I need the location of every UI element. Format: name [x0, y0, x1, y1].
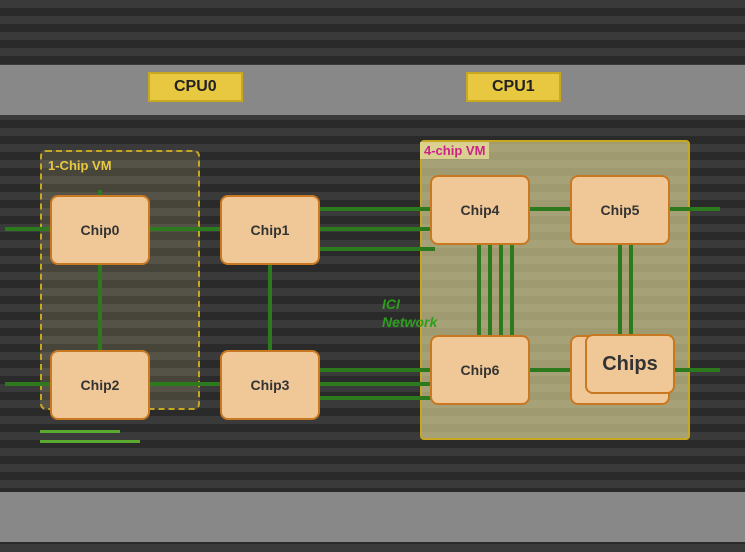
vline-chip4-chip6-3 — [499, 242, 503, 339]
chip5: Chip5 — [570, 175, 670, 245]
ici-label: ICINetwork — [382, 295, 437, 331]
chips-legend-box: Chips — [585, 334, 675, 394]
chip2: Chip2 — [50, 350, 150, 420]
chip4: Chip4 — [430, 175, 530, 245]
hline-chip0-chip1 — [150, 227, 225, 231]
hline-chip3-chip6-bot — [320, 396, 435, 400]
hline-chip1-chip4-top — [320, 207, 435, 211]
hline-left-chip2 — [5, 382, 50, 386]
cpu0-text: CPU0 — [174, 78, 217, 95]
hline-chip3-chip6-top — [320, 368, 435, 372]
chip1: Chip1 — [220, 195, 320, 265]
annotation-line2 — [40, 440, 140, 443]
vline-chip4-chip6-4 — [510, 242, 514, 339]
chip4-label: Chip4 — [461, 202, 500, 218]
hline-chip1-chip4-bot — [320, 247, 435, 251]
vm-1chip-label: 1-Chip VM — [48, 158, 112, 173]
chip2-label: Chip2 — [81, 377, 120, 393]
vline-chip4-chip6-2 — [488, 242, 492, 339]
chip5-label: Chip5 — [601, 202, 640, 218]
hline-chip6-chip7 — [530, 368, 575, 372]
chip1-label: Chip1 — [251, 222, 290, 238]
cpu1-label: CPU1 — [466, 72, 561, 102]
vline-chip1-chip3 — [268, 265, 272, 355]
vline-chip5-chip7-2 — [629, 242, 633, 339]
chip3: Chip3 — [220, 350, 320, 420]
chip6: Chip6 — [430, 335, 530, 405]
diagram-area: 1-Chip VM 4-chip VM ICINetwork Chip0 — [30, 120, 715, 492]
hline-chip3-chip6-mid — [320, 382, 435, 386]
annotation-line1 — [40, 430, 120, 433]
vline-chip5-chip7-1 — [618, 242, 622, 339]
cpu1-text: CPU1 — [492, 78, 535, 95]
hline-chip2-chip3 — [150, 382, 225, 386]
chips-legend: Chips — [585, 334, 685, 394]
vline-chip4-chip6-1 — [477, 242, 481, 339]
chip0-label: Chip0 — [81, 222, 120, 238]
hline-left-chip0 — [5, 227, 50, 231]
cpu-bar-bottom — [0, 492, 745, 542]
hline-chip4-chip5 — [530, 207, 575, 211]
hline-right-chip5 — [670, 207, 720, 211]
cpu0-label: CPU0 — [148, 72, 243, 102]
chip3-label: Chip3 — [251, 377, 290, 393]
chip6-label: Chip6 — [461, 362, 500, 378]
vm-4chip-label: 4-chip VM — [420, 142, 489, 159]
chips-legend-title: Chips — [602, 353, 658, 376]
chip0: Chip0 — [50, 195, 150, 265]
cpu-bar-top — [0, 65, 745, 115]
hline-chip1-chip4-mid — [320, 227, 435, 231]
